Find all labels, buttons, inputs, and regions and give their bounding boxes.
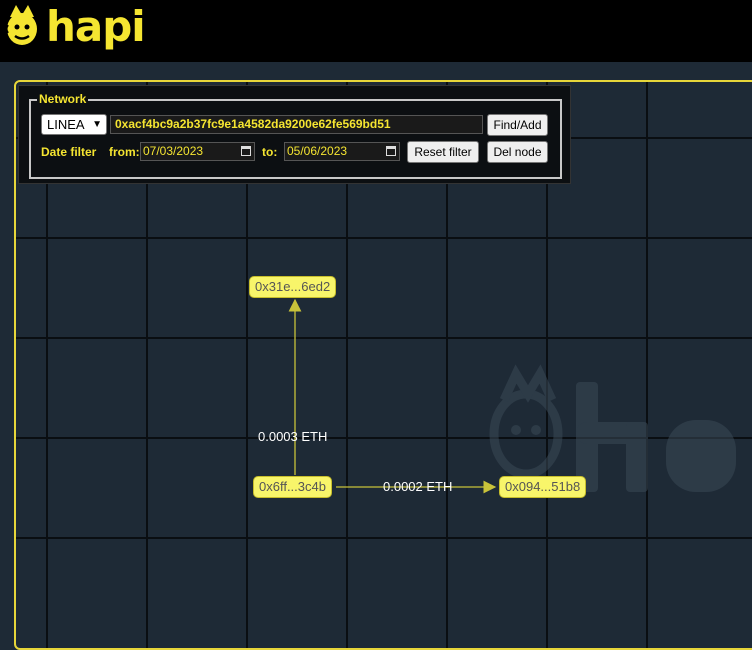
graph-node[interactable]: 0x31e...6ed2 <box>249 276 337 298</box>
network-select-value: LINEA <box>47 117 85 132</box>
network-fieldset <box>29 99 562 179</box>
from-date-input[interactable]: 07/03/2023 <box>140 142 255 161</box>
date-filter-label: Date filter <box>41 145 97 159</box>
graph-node[interactable]: 0x6ff...3c4b <box>253 476 332 498</box>
graph-node[interactable]: 0x094...51b8 <box>499 476 587 498</box>
chevron-down-icon: ▼ <box>92 119 102 130</box>
from-date-value: 07/03/2023 <box>143 144 204 158</box>
edge-label-right: 0.0002 ETH <box>383 479 453 494</box>
reset-filter-button[interactable]: Reset filter <box>407 141 479 163</box>
calendar-icon[interactable] <box>241 145 251 156</box>
network-legend: Network <box>37 92 89 106</box>
to-date-input[interactable]: 05/06/2023 <box>284 142 400 161</box>
network-select[interactable]: LINEA ▼ <box>41 114 107 135</box>
address-input[interactable]: 0xacf4bc9a2b37fc9e1a4582da9200e62fe569bd… <box>110 115 483 134</box>
calendar-icon[interactable] <box>386 145 396 156</box>
to-label: to: <box>262 145 278 159</box>
edge-label-up: 0.0003 ETH <box>258 429 328 444</box>
from-label: from: <box>109 145 140 159</box>
to-date-value: 05/06/2023 <box>287 144 348 158</box>
del-node-button[interactable]: Del node <box>487 141 548 163</box>
find-add-button[interactable]: Find/Add <box>487 114 548 136</box>
